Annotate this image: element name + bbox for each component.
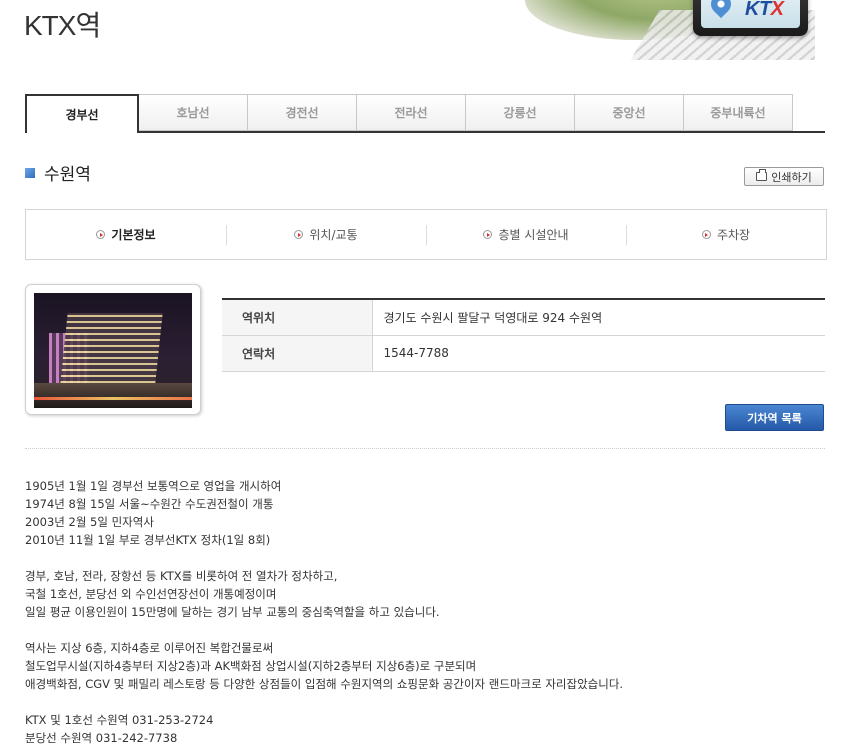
description-line: 애경백화점, CGV 및 패밀리 레스토랑 등 다양한 상점들이 입점해 수원지… [25,677,624,691]
description-line: 분당선 수원역 031-242-7738 [25,731,178,745]
info-value-contact: 1544-7788 [383,346,449,360]
description-paragraph: KTX 및 1호선 수원역 031-253-2724 분당선 수원역 031-2… [25,711,835,747]
subtab-label: 주차장 [716,228,751,242]
tab-jungang[interactable]: 중앙선 [575,94,684,131]
print-button-label: 인쇄하기 [771,170,812,184]
description-paragraph: 경부, 호남, 전라, 장항선 등 KTX를 비롯하여 전 열차가 정차하고, … [25,567,835,621]
description-line: 철도업무시설(지하4층부터 지상2층)과 AK백화점 상업시설(지하2층부터 지… [25,659,477,673]
description-line: 2003년 2월 5일 민자역사 [25,515,154,529]
table-row: 역위치 경기도 수원시 팔달구 덕영대로 924 수원역 [222,299,825,335]
description-paragraph: 역사는 지상 6층, 지하4층로 이루어진 복합건물로써 철도업무시설(지하4층… [25,639,835,693]
description-line: 1905년 1월 1일 경부선 보통역으로 영업을 개시하여 [25,479,282,493]
description-line: 역사는 지상 6층, 지하4층로 이루어진 복합건물로써 [25,641,274,655]
subtab-location[interactable]: 위치/교통 [226,224,426,246]
description-line: 국철 1호선, 분당선 외 수인선연장선이 개통예정이며 [25,587,277,601]
description-paragraph: 1905년 1월 1일 경부선 보통역으로 영업을 개시하여 1974년 8월 … [25,477,835,549]
tab-gyeongbu[interactable]: 경부선 [25,94,139,133]
description-line: 2010년 11월 1일 부로 경부선KTX 정차(1일 8회) [25,533,271,547]
description-line: 1974년 8월 15일 서울~수원간 수도권전철이 개통 [25,497,274,511]
divider [25,448,825,449]
subtab-basic-info[interactable]: 기본정보 [26,224,226,246]
station-info-table: 역위치 경기도 수원시 팔달구 덕영대로 924 수원역 연락처 1544-77… [222,298,825,372]
table-row: 연락처 1544-7788 [222,335,825,371]
tab-jungbunaeryuk[interactable]: 중부내륙선 [684,94,793,131]
map-pin-icon [706,0,736,19]
arrow-circle-icon [96,230,106,239]
station-list-button[interactable]: 기차역 목록 [725,404,824,431]
subtab-label: 층별 시설안내 [498,228,569,242]
ktx-logo: KTX [745,0,784,20]
station-name: 수원역 [44,165,91,185]
tab-gangneung[interactable]: 강릉선 [466,94,575,131]
subtab-floor-guide[interactable]: 층별 시설안내 [426,224,626,246]
description-line: KTX 및 1호선 수원역 031-253-2724 [25,713,214,727]
subtab-parking[interactable]: 주차장 [626,224,826,246]
line-tabs: 경부선 호남선 경전선 전라선 강릉선 중앙선 중부내륙선 [25,94,825,133]
header-banner: KTX [525,0,815,60]
tab-honam[interactable]: 호남선 [139,94,248,131]
arrow-circle-icon [294,230,304,239]
info-label-location: 역위치 [222,299,373,335]
page-title: KTX역 [24,10,101,41]
subtab-label: 위치/교통 [309,228,358,242]
station-heading: 수원역 [25,160,91,185]
arrow-circle-icon [701,230,711,239]
description-line: 경부, 호남, 전라, 장항선 등 KTX를 비롯하여 전 열차가 정차하고, [25,569,338,583]
subtab-label: 기본정보 [111,228,156,242]
info-value-location: 경기도 수원시 팔달구 덕영대로 924 수원역 [383,310,603,325]
square-bullet-icon [25,167,35,178]
printer-icon [756,169,768,181]
tab-gyeongjeon[interactable]: 경전선 [248,94,357,131]
navigation-device-illustration: KTX [693,0,808,36]
station-photo-frame [25,284,201,415]
info-label-contact: 연락처 [222,335,373,371]
arrow-circle-icon [483,230,493,239]
station-description: 1905년 1월 1일 경부선 보통역으로 영업을 개시하여 1974년 8월 … [25,477,835,753]
sub-tabs: 기본정보 위치/교통 층별 시설안내 주차장 [25,209,827,260]
print-button[interactable]: 인쇄하기 [744,167,824,186]
description-line: 일일 평균 이용인원이 15만명에 달하는 경기 남부 교통의 중심축역할을 하… [25,605,440,619]
station-photo [34,293,192,408]
tab-jeolla[interactable]: 전라선 [357,94,466,131]
